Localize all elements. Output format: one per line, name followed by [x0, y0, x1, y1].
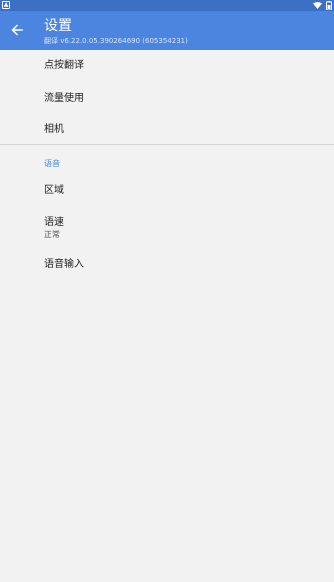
section-header-speech: 语音: [44, 159, 60, 168]
arrow-left-icon: [11, 21, 23, 40]
setting-summary: 正常: [44, 230, 60, 239]
divider: [0, 144, 334, 145]
setting-title: 语速: [44, 217, 64, 228]
setting-speech-rate[interactable]: 语速 正常: [0, 217, 334, 240]
setting-title: 点按翻译: [44, 60, 84, 71]
page-title: 设置: [44, 18, 72, 34]
battery-icon: [326, 1, 332, 10]
setting-tap-to-translate[interactable]: 点按翻译: [0, 60, 334, 72]
back-button[interactable]: [6, 19, 28, 41]
wifi-icon: [313, 2, 322, 9]
setting-voice-input[interactable]: 语音输入: [0, 259, 334, 271]
setting-data-usage[interactable]: 流量使用: [0, 93, 334, 105]
setting-title: 区域: [44, 185, 64, 196]
status-bar: ▲: [0, 0, 334, 11]
setting-title: 语音输入: [44, 259, 84, 270]
app-bar: 设置 翻译 v6.22.0.05.390264690 (605354231): [0, 11, 334, 50]
status-icons: [313, 0, 332, 11]
notification-icon: ▲: [2, 1, 10, 9]
setting-title: 流量使用: [44, 93, 84, 104]
setting-region[interactable]: 区域: [0, 185, 334, 197]
setting-title: 相机: [44, 124, 64, 135]
setting-camera[interactable]: 相机: [0, 124, 334, 136]
app-version: 翻译 v6.22.0.05.390264690 (605354231): [44, 37, 188, 45]
